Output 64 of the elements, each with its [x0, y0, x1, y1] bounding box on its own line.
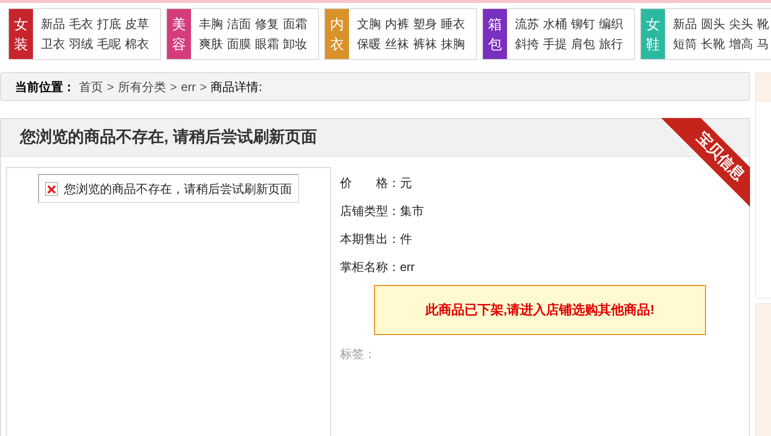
detail-label: 本期售出：	[340, 231, 400, 248]
breadcrumb-label: 当前位置：	[15, 78, 75, 96]
category-link[interactable]: 卫衣	[41, 36, 65, 52]
category-link[interactable]: 塑身	[413, 16, 437, 32]
category-link[interactable]: 睡衣	[441, 16, 465, 32]
category-link[interactable]: 新品	[673, 16, 697, 32]
category-link[interactable]: 羽绒	[69, 36, 93, 52]
category-link[interactable]: 水桶	[543, 16, 567, 32]
category-link[interactable]: 旅行	[599, 36, 623, 52]
detail-value: 件	[400, 231, 412, 248]
category-label[interactable]: 女装	[9, 9, 33, 59]
category-link[interactable]: 面霜	[283, 16, 307, 32]
category-link[interactable]: 眼霜	[255, 36, 279, 52]
detail-label: 掌柜名称：	[340, 259, 400, 276]
category-link[interactable]: 裤袜	[413, 36, 437, 52]
category-link[interactable]: 编织	[599, 16, 623, 32]
category-link[interactable]: 手提	[543, 36, 567, 52]
category-link[interactable]: 长靴	[701, 36, 725, 52]
broken-image: 您浏览的商品不存在，请稍后尝试刷新页面	[38, 174, 299, 203]
detail-value: 集市	[400, 203, 424, 220]
detail-label: 店铺类型：	[340, 203, 400, 220]
category-link[interactable]: 新品	[41, 16, 65, 32]
breadcrumb-link[interactable]: err	[181, 78, 196, 96]
category-link[interactable]: 抹胸	[441, 36, 465, 52]
category-link[interactable]: 尖头	[729, 16, 753, 32]
category-link[interactable]: 面膜	[227, 36, 251, 52]
category-link[interactable]: 流苏	[515, 16, 539, 32]
category-link[interactable]: 肩包	[571, 36, 595, 52]
breadcrumb-separator: >	[107, 78, 114, 96]
category-link[interactable]: 洁面	[227, 16, 251, 32]
category-label[interactable]: 美容	[167, 9, 191, 59]
category-link[interactable]: 马	[757, 36, 769, 52]
category-link[interactable]: 卸妆	[283, 36, 307, 52]
notice-box: 此商品已下架,请进入店铺选购其他商品!	[374, 285, 706, 335]
category-link[interactable]: 文胸	[357, 16, 381, 32]
category-link[interactable]: 皮草	[125, 16, 149, 32]
category-link[interactable]: 圆头	[701, 16, 725, 32]
breadcrumb-separator: >	[200, 78, 207, 96]
category-link[interactable]: 修复	[255, 16, 279, 32]
category-link[interactable]: 内裤	[385, 16, 409, 32]
category-link[interactable]: 丰胸	[199, 16, 223, 32]
detail-value: err	[400, 259, 415, 276]
category-link[interactable]: 保暖	[357, 36, 381, 52]
detail-label: 价 格：	[340, 175, 400, 192]
category-link[interactable]: 靴	[757, 16, 769, 32]
breadcrumb-current: 商品详情:	[210, 78, 262, 96]
category-link[interactable]: 增高	[729, 36, 753, 52]
category-link[interactable]: 斜挎	[515, 36, 539, 52]
category-link[interactable]: 短筒	[673, 36, 697, 52]
category-link[interactable]: 爽肤	[199, 36, 223, 52]
category-link[interactable]: 丝袜	[385, 36, 409, 52]
detail-value: 元	[400, 175, 412, 192]
category-label[interactable]: 箱包	[483, 9, 507, 59]
broken-image-icon	[45, 182, 58, 196]
category-link[interactable]: 打底	[97, 16, 121, 32]
category-link[interactable]: 棉衣	[125, 36, 149, 52]
page-title: 您浏览的商品不存在, 请稍后尝试刷新页面	[20, 127, 317, 148]
tags-label: 标签：	[340, 346, 377, 363]
breadcrumb-separator: >	[170, 78, 178, 96]
breadcrumb-link[interactable]: 所有分类	[118, 78, 166, 96]
category-link[interactable]: 铆钉	[571, 16, 595, 32]
breadcrumb-link[interactable]: 首页	[79, 78, 103, 96]
category-link[interactable]: 毛衣	[69, 16, 93, 32]
category-link[interactable]: 毛呢	[97, 36, 121, 52]
